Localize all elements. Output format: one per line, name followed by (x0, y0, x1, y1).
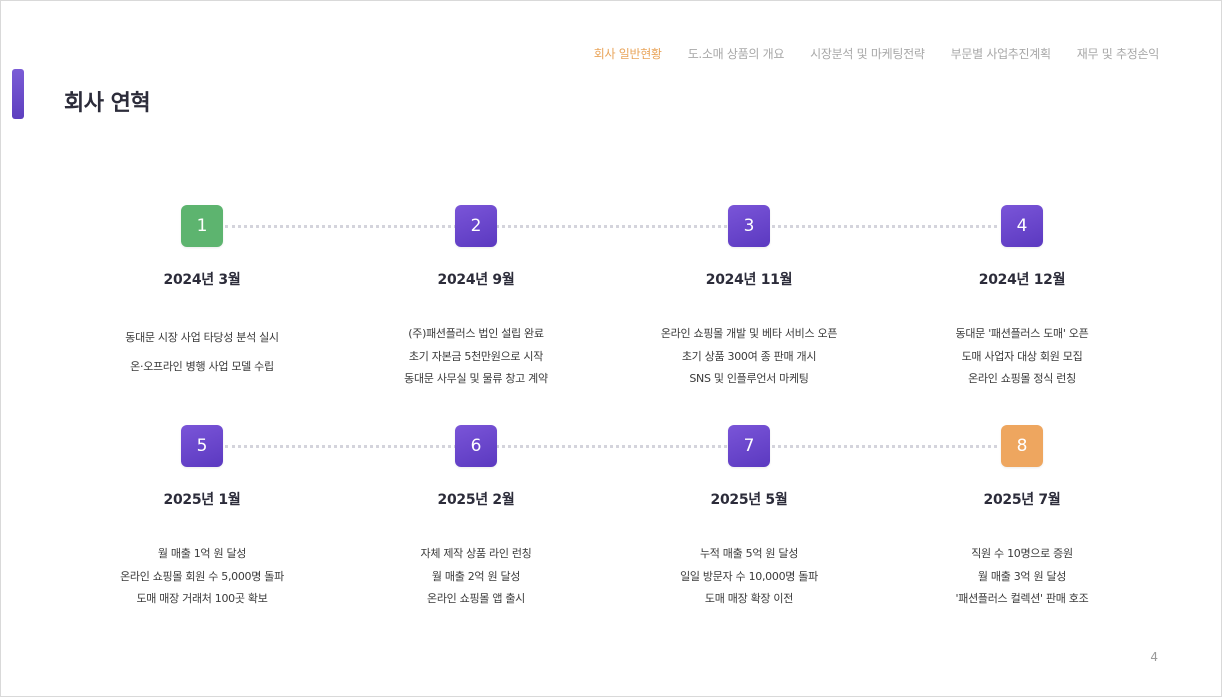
milestone-detail: '패션플러스 컬렉션' 판매 호조 (955, 592, 1089, 605)
milestone-details: 동대문 '패션플러스 도매' 오픈 도매 사업자 대상 회원 모집 온라인 쇼핑… (902, 323, 1142, 391)
milestone-detail: 월 매출 2억 원 달성 (431, 569, 521, 583)
milestone-detail: 온라인 쇼핑몰 회원 수 5,000명 돌파 (120, 569, 284, 583)
step-badge: 1 (181, 205, 223, 247)
milestone-details: 누적 매출 5억 원 달성 일일 방문자 수 10,000명 돌파 도매 매장 … (629, 543, 869, 611)
timeline-item-2: 2 2024년 9월 (주)패션플러스 법인 설립 완료 초기 자본금 5천만원… (356, 205, 596, 391)
milestone-date: 2024년 3월 (163, 272, 241, 288)
timeline-row-1: 1 2024년 3월 동대문 시장 사업 타당성 분석 실시 온·오프라인 병행… (1, 205, 1222, 405)
milestone-details: 온라인 쇼핑몰 개발 및 베타 서비스 오픈 초기 상품 300여 종 판매 개… (629, 323, 869, 391)
timeline-item-6: 6 2025년 2월 자체 제작 상품 라인 런칭 월 매출 2억 원 달성 온… (356, 425, 596, 611)
timeline-row-2: 5 2025년 1월 월 매출 1억 원 달성 온라인 쇼핑몰 회원 수 5,0… (1, 425, 1222, 625)
nav-item-product-overview[interactable]: 도.소매 상품의 개요 (688, 45, 785, 62)
timeline-item-8: 8 2025년 7월 직원 수 10명으로 증원 월 매출 3억 원 달성 '패… (902, 425, 1142, 611)
step-badge: 7 (728, 425, 770, 467)
milestone-detail: 동대문 사무실 및 물류 창고 계약 (404, 372, 548, 385)
milestone-detail: 도매 매장 거래처 100곳 확보 (136, 592, 268, 605)
nav-item-company-overview[interactable]: 회사 일반현황 (594, 45, 662, 62)
milestone-detail: 온·오프라인 병행 사업 모델 수립 (130, 360, 274, 373)
milestone-detail: 월 매출 3억 원 달성 (977, 569, 1067, 583)
milestone-detail: 도매 매장 확장 이전 (704, 592, 794, 605)
milestone-details: 동대문 시장 사업 타당성 분석 실시 온·오프라인 병행 사업 모델 수립 (82, 323, 322, 381)
milestone-detail: SNS 및 인플루언서 마케팅 (689, 372, 809, 385)
page-number: 4 (1150, 650, 1158, 664)
page-title: 회사 연혁 (64, 91, 151, 116)
milestone-detail: 초기 자본금 5천만원으로 시작 (408, 349, 544, 363)
milestone-detail: (주)패션플러스 법인 설립 완료 (408, 327, 544, 340)
title-accent-bar (12, 69, 24, 119)
step-badge: 2 (455, 205, 497, 247)
timeline-item-4: 4 2024년 12월 동대문 '패션플러스 도매' 오픈 도매 사업자 대상 … (902, 205, 1142, 391)
milestone-date: 2025년 2월 (437, 492, 515, 508)
milestone-detail: 온라인 쇼핑몰 개발 및 베타 서비스 오픈 (660, 327, 838, 340)
milestone-detail: 초기 상품 300여 종 판매 개시 (681, 349, 817, 363)
milestone-detail: 일일 방문자 수 10,000명 돌파 (680, 569, 818, 583)
step-badge: 5 (181, 425, 223, 467)
milestone-details: 직원 수 10명으로 증원 월 매출 3억 원 달성 '패션플러스 컬렉션' 판… (902, 543, 1142, 611)
milestone-details: (주)패션플러스 법인 설립 완료 초기 자본금 5천만원으로 시작 동대문 사… (356, 323, 596, 391)
top-nav: 회사 일반현황 도.소매 상품의 개요 시장분석 및 마케팅전략 부문별 사업추… (594, 45, 1160, 62)
milestone-details: 월 매출 1억 원 달성 온라인 쇼핑몰 회원 수 5,000명 돌파 도매 매… (82, 543, 322, 611)
step-badge: 6 (455, 425, 497, 467)
milestone-date: 2024년 9월 (437, 272, 515, 288)
timeline-connector (225, 225, 997, 228)
slide: 회사 일반현황 도.소매 상품의 개요 시장분석 및 마케팅전략 부문별 사업추… (0, 0, 1222, 697)
step-badge: 8 (1001, 425, 1043, 467)
nav-item-business-plan[interactable]: 부문별 사업추진계획 (951, 45, 1051, 62)
milestone-detail: 도매 사업자 대상 회원 모집 (961, 349, 1083, 363)
timeline-connector (225, 445, 997, 448)
milestone-date: 2024년 11월 (705, 272, 793, 288)
milestone-date: 2025년 7월 (983, 492, 1061, 508)
milestone-details: 자체 제작 상품 라인 런칭 월 매출 2억 원 달성 온라인 쇼핑몰 앱 출시 (356, 543, 596, 611)
milestone-date: 2025년 1월 (163, 492, 241, 508)
milestone-detail: 자체 제작 상품 라인 런칭 (420, 547, 532, 560)
nav-item-market-analysis[interactable]: 시장분석 및 마케팅전략 (810, 45, 925, 62)
milestone-date: 2024년 12월 (978, 272, 1066, 288)
milestone-detail: 동대문 '패션플러스 도매' 오픈 (955, 327, 1089, 340)
milestone-detail: 누적 매출 5억 원 달성 (699, 547, 799, 560)
timeline-item-1: 1 2024년 3월 동대문 시장 사업 타당성 분석 실시 온·오프라인 병행… (82, 205, 322, 381)
nav-item-finance[interactable]: 재무 및 추정손익 (1077, 45, 1160, 62)
milestone-detail: 월 매출 1억 원 달성 (157, 547, 247, 560)
milestone-detail: 온라인 쇼핑몰 정식 런칭 (968, 372, 1076, 385)
milestone-detail: 온라인 쇼핑몰 앱 출시 (427, 592, 525, 605)
milestone-detail: 동대문 시장 사업 타당성 분석 실시 (125, 331, 279, 344)
step-badge: 4 (1001, 205, 1043, 247)
timeline-item-7: 7 2025년 5월 누적 매출 5억 원 달성 일일 방문자 수 10,000… (629, 425, 869, 611)
milestone-detail: 직원 수 10명으로 증원 (971, 547, 1073, 560)
timeline-item-3: 3 2024년 11월 온라인 쇼핑몰 개발 및 베타 서비스 오픈 초기 상품… (629, 205, 869, 391)
timeline-item-5: 5 2025년 1월 월 매출 1억 원 달성 온라인 쇼핑몰 회원 수 5,0… (82, 425, 322, 611)
milestone-date: 2025년 5월 (710, 492, 788, 508)
step-badge: 3 (728, 205, 770, 247)
